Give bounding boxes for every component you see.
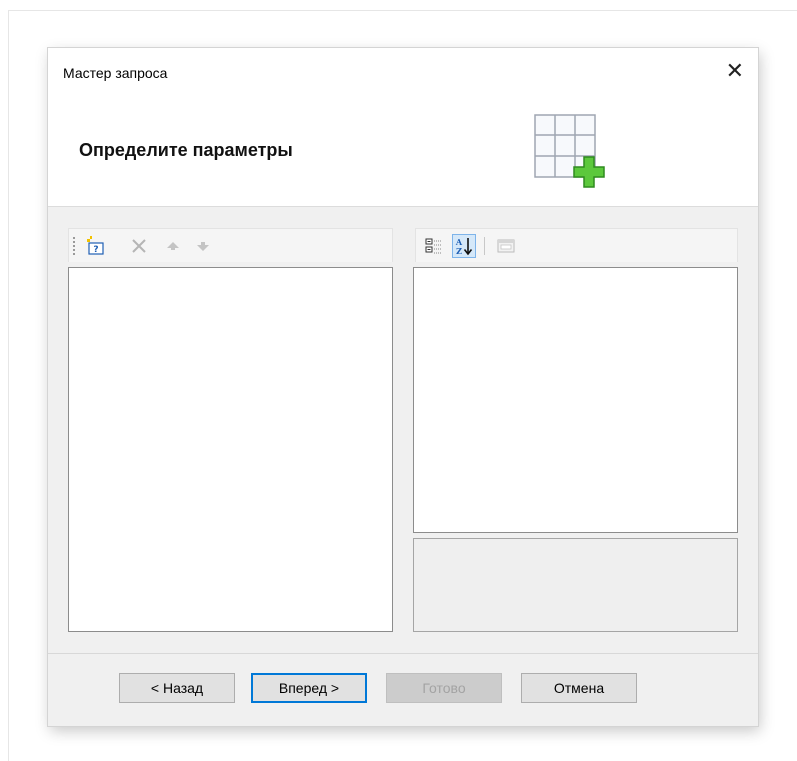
new-parameter-icon[interactable]: ? [83,234,107,258]
finish-button[interactable]: Готово [386,673,502,703]
next-button[interactable]: Вперед > [251,673,367,703]
svg-text:Z: Z [456,246,462,256]
toolbar-separator [484,237,485,255]
categorized-view-icon[interactable] [422,234,446,258]
sort-alphabetical-icon[interactable]: A Z [452,234,476,258]
property-description [413,538,738,632]
background-border-left [8,10,9,761]
dialog-header: Мастер запроса ✕ Определите параметры [48,48,758,207]
svg-text:?: ? [93,245,98,255]
delete-icon[interactable] [127,234,151,258]
property-grid[interactable] [413,267,738,533]
dialog-title: Мастер запроса [63,65,168,81]
property-pages-icon[interactable] [494,234,518,258]
background-border-top [8,10,797,11]
toolbar-grip [73,237,75,255]
move-down-icon[interactable] [191,234,215,258]
table-add-icon [534,114,605,188]
page-heading: Определите параметры [79,140,293,160]
parameters-list[interactable] [68,267,393,632]
close-icon[interactable]: ✕ [726,60,744,82]
properties-toolbar: A Z [415,228,738,262]
parameters-toolbar: ? [68,228,393,262]
move-up-icon[interactable] [161,234,185,258]
footer-divider [48,653,758,654]
back-button[interactable]: < Назад [119,673,235,703]
query-wizard-dialog: Мастер запроса ✕ Определите параметры ? [48,48,758,726]
cancel-button[interactable]: Отмена [521,673,637,703]
